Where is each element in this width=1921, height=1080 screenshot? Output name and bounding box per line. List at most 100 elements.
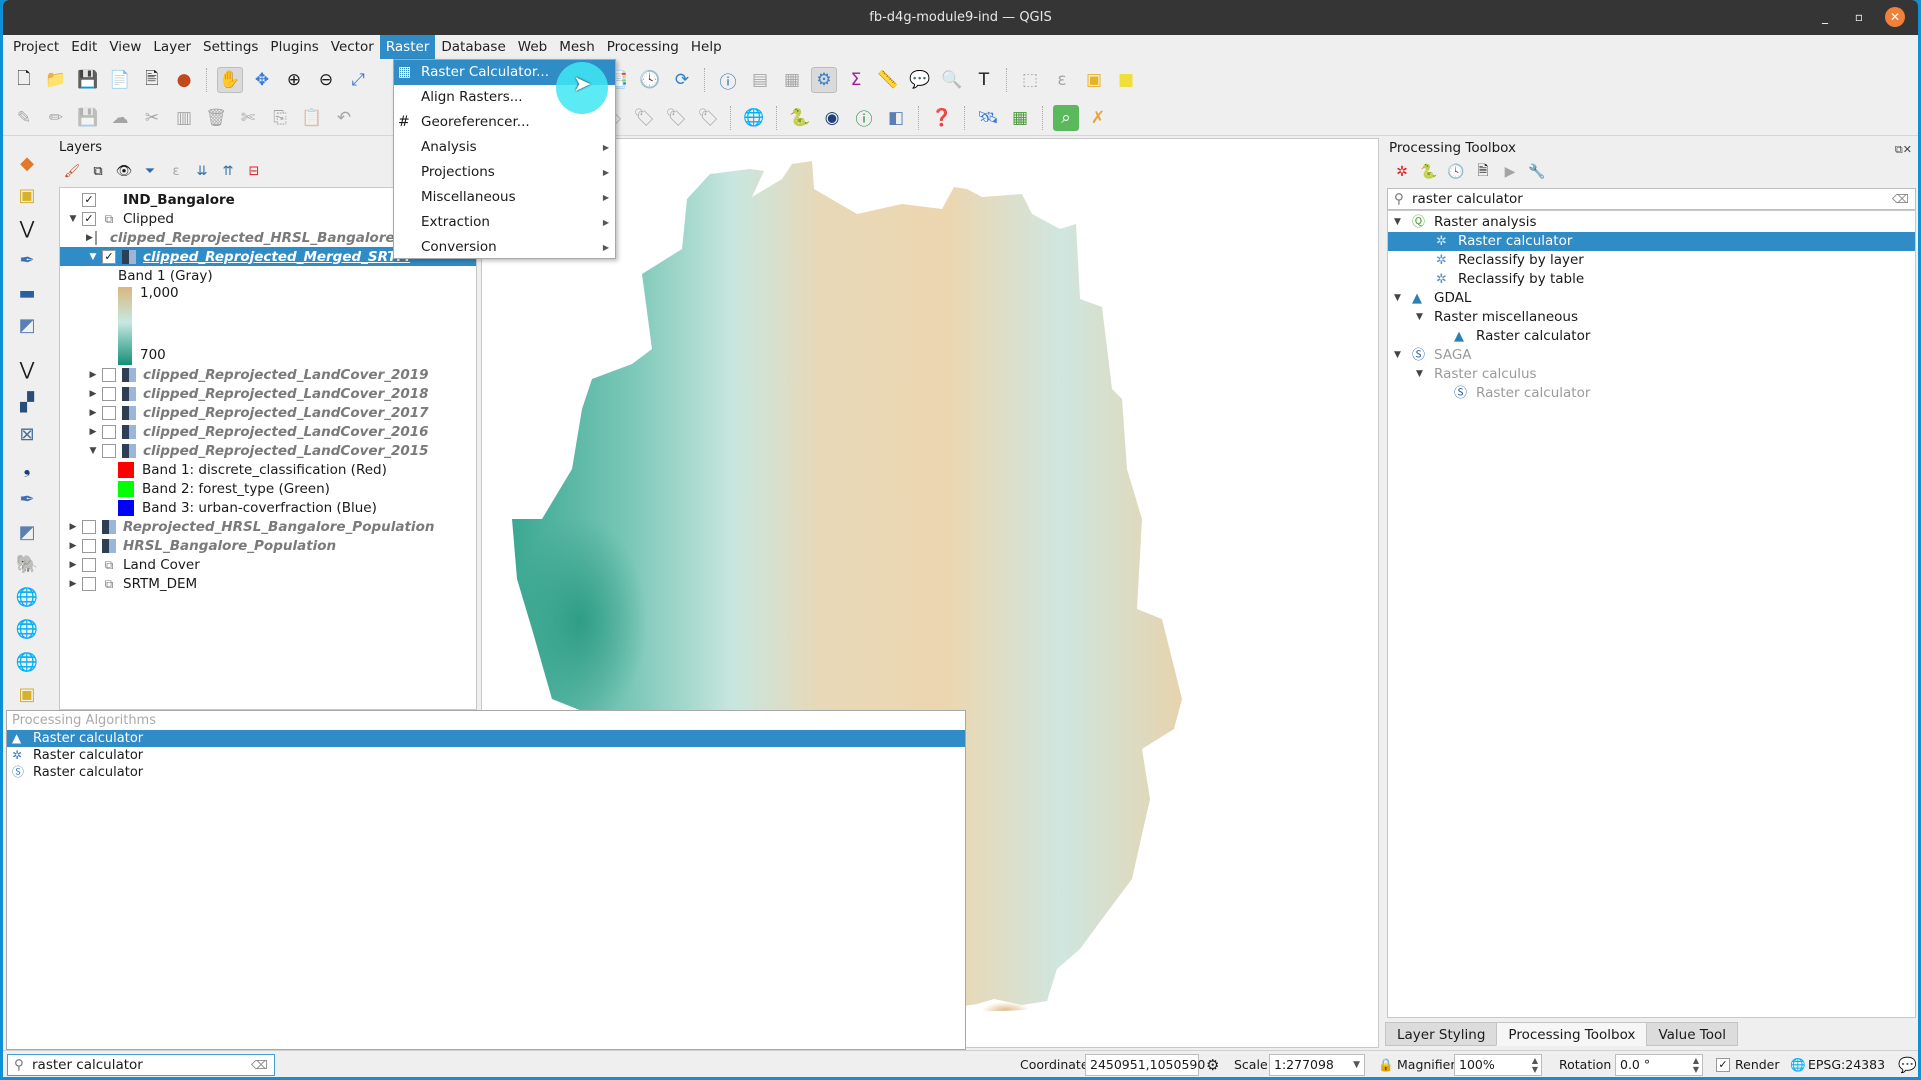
algorithm-item[interactable]: ▲ Raster calculator	[1388, 327, 1915, 346]
raster-menu-item-conversion[interactable]: Conversion ▶	[394, 235, 615, 260]
edit-in-place-icon[interactable]: ▶	[1501, 163, 1519, 181]
identify-features-icon[interactable]: ⓘ	[715, 67, 741, 93]
raster-menu-item-analysis[interactable]: Analysis ▶	[394, 135, 615, 160]
temporal-controller-icon[interactable]: 🕓	[637, 67, 663, 93]
add-xyz-layer-icon[interactable]: ▣	[12, 681, 42, 707]
current-edits-icon[interactable]: ✎	[11, 105, 37, 131]
results-viewer-icon[interactable]: 🗎	[1474, 163, 1492, 181]
add-virtual-layer-icon[interactable]: ◩	[12, 519, 42, 545]
float-close-panel-icon[interactable]: ⧉✕	[1895, 140, 1912, 160]
menu-view[interactable]: View	[103, 35, 147, 59]
manage-visibility-icon[interactable]: 👁	[115, 162, 133, 180]
layer-visibility-checkbox[interactable]	[102, 386, 116, 401]
add-mesh-layer-icon[interactable]: ⊠	[12, 422, 42, 448]
layer-visibility-checkbox[interactable]	[82, 576, 96, 591]
remove-layer-icon[interactable]: ⊟	[245, 162, 263, 180]
expand-arrow-icon[interactable]: ▶	[66, 579, 80, 589]
layer-visibility-checkbox[interactable]	[82, 538, 96, 553]
tab-layer-styling[interactable]: Layer Styling	[1385, 1022, 1498, 1046]
collapse-arrow-icon[interactable]: ▼	[86, 252, 100, 262]
provider-group[interactable]: ▼ Ⓠ Raster analysis	[1388, 213, 1915, 232]
algorithm-item[interactable]: ✲ Raster calculator	[1388, 232, 1915, 251]
new-virtual-layer-icon[interactable]: ▬	[12, 280, 42, 306]
collapse-all-icon[interactable]: ⇈	[219, 162, 237, 180]
coordinate-field[interactable]: 2450951,1050590	[1085, 1054, 1205, 1076]
layer-visibility-checkbox[interactable]	[94, 230, 97, 245]
label-rotate-icon[interactable]: 🏷	[663, 105, 689, 131]
algorithm-group[interactable]: ▼ Raster calculus	[1388, 365, 1915, 384]
modify-attributes-icon[interactable]: ▥	[171, 105, 197, 131]
algorithm-item[interactable]: Ⓢ Raster calculator	[1388, 384, 1915, 403]
deselect-all-icon[interactable]: ▣	[1081, 67, 1107, 93]
raster-menu-item-extraction[interactable]: Extraction ▶	[394, 210, 615, 235]
layer-item[interactable]: ▶ clipped_Reprojected_LandCover_2018	[60, 384, 476, 403]
raster-menu-item-miscellaneous[interactable]: Miscellaneous ▶	[394, 185, 615, 210]
menu-plugins[interactable]: Plugins	[264, 35, 324, 59]
expand-arrow-icon[interactable]: ▶	[86, 408, 100, 418]
locate-feature-icon[interactable]: 🔍	[939, 67, 965, 93]
crs-button[interactable]: EPSG:24383	[1808, 1054, 1885, 1076]
algorithm-item[interactable]: ✲ Reclassify by layer	[1388, 251, 1915, 270]
save-project-icon[interactable]: 💾	[75, 67, 101, 93]
paste-features-icon[interactable]: 📋	[299, 105, 325, 131]
add-vector-layer-icon[interactable]: ⋁	[12, 357, 42, 383]
python-console-icon[interactable]: 🐍	[787, 105, 813, 131]
provider-group[interactable]: ▼ ▲ GDAL	[1388, 289, 1915, 308]
pan-to-selection-icon[interactable]: ✥	[249, 67, 275, 93]
map-tools-icon[interactable]: ✗	[1085, 105, 1111, 131]
expand-arrow-icon[interactable]: ▶	[66, 560, 80, 570]
filter-legend-icon[interactable]: ⏷	[141, 162, 159, 180]
attribute-table-icon[interactable]: ▤	[747, 67, 773, 93]
menu-processing[interactable]: Processing	[601, 35, 685, 59]
help-icon[interactable]: ❓	[929, 105, 955, 131]
info-cursor-icon[interactable]: ⓘ	[851, 105, 877, 131]
expand-arrow-icon[interactable]: ▶	[86, 370, 100, 380]
clear-search-icon[interactable]: ⌫	[251, 1055, 268, 1075]
undo-icon[interactable]: ↶	[331, 105, 357, 131]
layer-visibility-checkbox[interactable]	[102, 424, 116, 439]
locator-result-item[interactable]: ✲ Raster calculator	[7, 747, 965, 764]
layer-item[interactable]: ▶ ⧉ Land Cover	[60, 555, 476, 574]
menu-database[interactable]: Database	[435, 35, 511, 59]
refresh-icon[interactable]: ⟳	[669, 67, 695, 93]
add-delimited-text-icon[interactable]: ❟	[12, 454, 42, 480]
lock-scale-icon[interactable]: 🔒	[1378, 1054, 1394, 1076]
add-wms-icon[interactable]: 🌐	[12, 584, 42, 610]
rotation-spinbox[interactable]: 0.0 ° ▲ ▼	[1615, 1054, 1703, 1076]
options-icon[interactable]: 🔧	[1528, 163, 1546, 181]
expand-all-icon[interactable]: ⇊	[193, 162, 211, 180]
label-move-icon[interactable]: 🏷	[631, 105, 657, 131]
scale-combobox[interactable]: 1:277098 ▼	[1269, 1054, 1365, 1076]
menu-raster[interactable]: Raster	[379, 35, 436, 59]
layer-visibility-checkbox[interactable]	[102, 443, 116, 458]
models-icon[interactable]: ✲	[1393, 163, 1411, 181]
add-feature-icon[interactable]: ☁	[107, 105, 133, 131]
locator-search-input[interactable]: ⚲ raster calculator ⌫	[7, 1054, 275, 1076]
quick-search-icon[interactable]: ⌕	[1053, 104, 1079, 131]
label-change-icon[interactable]: 🏷	[695, 105, 721, 131]
copy-features-icon[interactable]: ⎘	[267, 105, 293, 131]
text-annotation-icon[interactable]: T	[971, 67, 997, 93]
select-features-icon[interactable]: ⬚	[1017, 67, 1043, 93]
collapse-arrow-icon[interactable]: ▼	[66, 214, 80, 224]
layer-item[interactable]: ▶ HRSL_Bangalore_Population	[60, 536, 476, 555]
messages-icon[interactable]: 💬	[1898, 1054, 1917, 1076]
delete-selected-icon[interactable]: 🗑	[203, 105, 229, 131]
layer-visibility-checkbox[interactable]: ✓	[102, 249, 116, 264]
menu-project[interactable]: Project	[7, 35, 65, 59]
data-source-manager-icon[interactable]: ◆	[12, 150, 42, 176]
locator-result-item[interactable]: ▲ Raster calculator	[7, 730, 965, 747]
collapse-arrow-icon[interactable]: ▼	[1394, 289, 1401, 308]
menu-help[interactable]: Help	[685, 35, 728, 59]
menu-layer[interactable]: Layer	[147, 35, 197, 59]
layer-item[interactable]: ▶ ⧉ SRTM_DEM	[60, 574, 476, 593]
tab-processing-toolbox[interactable]: Processing Toolbox	[1496, 1022, 1648, 1046]
save-edits-icon[interactable]: 💾	[75, 105, 101, 131]
provider-group[interactable]: ▼ Ⓢ SAGA	[1388, 346, 1915, 365]
expand-arrow-icon[interactable]: ▶	[86, 427, 100, 437]
layer-item[interactable]: ▼ clipped_Reprojected_LandCover_2015	[60, 441, 476, 460]
clear-search-icon[interactable]: ⌫	[1892, 189, 1909, 209]
new-project-icon[interactable]: 🗋	[11, 67, 37, 93]
expand-arrow-icon[interactable]: ▶	[86, 233, 93, 243]
collapse-arrow-icon[interactable]: ▼	[1416, 365, 1423, 384]
